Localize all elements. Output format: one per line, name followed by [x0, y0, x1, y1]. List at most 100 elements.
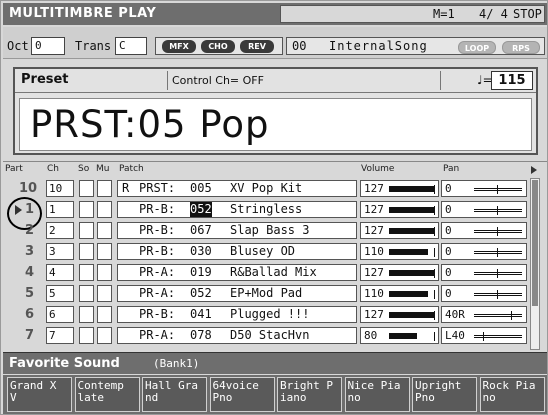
pan-field[interactable]: 0 — [441, 264, 527, 281]
solo-toggle[interactable] — [79, 180, 94, 197]
pan-field[interactable]: 0 — [441, 243, 527, 260]
patch-bank: PR-B: — [139, 244, 176, 258]
pan-field[interactable]: 0 — [441, 222, 527, 239]
pan-value: 0 — [445, 287, 452, 300]
mute-toggle[interactable] — [97, 180, 112, 197]
part-row[interactable]: 3 3 PR-B: 030 Blusey OD 110 0 — [3, 242, 529, 261]
patch-field[interactable]: PR-A: 052 EP+Mod Pad — [117, 285, 357, 302]
channel-field[interactable]: 10 — [46, 180, 74, 197]
pan-slider — [474, 185, 522, 194]
channel-field[interactable]: 4 — [46, 264, 74, 281]
mute-toggle[interactable] — [97, 201, 112, 218]
favorite-sound-button[interactable]: 64voice Pno — [209, 377, 275, 412]
favorite-sound-button[interactable]: Hall Gra nd — [142, 377, 207, 412]
channel-field[interactable]: 1 — [46, 201, 74, 218]
part-row[interactable]: 7 7 PR-A: 078 D50 StacHvn 80 L40 — [3, 326, 529, 345]
volume-field[interactable]: 127 — [360, 222, 439, 239]
volume-bar — [389, 333, 417, 339]
patch-name: EP+Mod Pad — [230, 286, 303, 300]
volume-field[interactable]: 80 — [360, 327, 439, 344]
mute-toggle[interactable] — [97, 285, 112, 302]
volume-value: 127 — [364, 182, 384, 195]
part-table: Part Ch So Mu Patch Volume Pan 10 10 R PRST… — [3, 161, 547, 351]
mute-toggle[interactable] — [97, 327, 112, 344]
channel-field[interactable]: 6 — [46, 306, 74, 323]
solo-toggle[interactable] — [79, 327, 94, 344]
mfx-switch[interactable]: MFX — [162, 40, 196, 53]
pan-field[interactable]: L40 — [441, 327, 527, 344]
volume-field[interactable]: 127 — [360, 264, 439, 281]
screen-title: MULTITIMBRE PLAY — [9, 6, 157, 21]
volume-field[interactable]: 110 — [360, 243, 439, 260]
channel-field[interactable]: 3 — [46, 243, 74, 260]
mute-toggle[interactable] — [97, 222, 112, 239]
channel-field[interactable]: 2 — [46, 222, 74, 239]
solo-toggle[interactable] — [79, 201, 94, 218]
transport-state: STOP — [513, 7, 542, 21]
volume-field[interactable]: 127 — [360, 201, 439, 218]
part-number: 7 — [25, 328, 35, 343]
volume-field[interactable]: 127 — [360, 180, 439, 197]
patch-field[interactable]: PR-A: 078 D50 StacHvn — [117, 327, 357, 344]
solo-toggle[interactable] — [79, 243, 94, 260]
pan-field[interactable]: 0 — [441, 201, 527, 218]
patch-number: 030 — [190, 244, 212, 258]
volume-field[interactable]: 110 — [360, 285, 439, 302]
pan-field[interactable]: 0 — [441, 180, 527, 197]
volume-field[interactable]: 127 — [360, 306, 439, 323]
volume-bar — [389, 186, 434, 192]
measure-readout: M=1 — [433, 7, 455, 21]
patch-field[interactable]: PR-B: 052 Stringless — [117, 201, 357, 218]
mute-toggle[interactable] — [97, 306, 112, 323]
patch-number: 067 — [190, 223, 212, 237]
scroll-right-icon[interactable] — [531, 166, 537, 174]
patch-field[interactable]: PR-B: 067 Slap Bass 3 — [117, 222, 357, 239]
part-row[interactable]: 2 2 PR-B: 067 Slap Bass 3 127 0 — [3, 221, 529, 240]
patch-field[interactable]: PR-B: 030 Blusey OD — [117, 243, 357, 260]
pan-field[interactable]: 40R — [441, 306, 527, 323]
volume-max-tick — [434, 227, 435, 236]
favorite-sound-button[interactable]: Upright Pno — [412, 377, 477, 412]
patch-number: 078 — [190, 328, 212, 342]
mute-toggle[interactable] — [97, 264, 112, 281]
patch-field[interactable]: PR-A: 019 R&Ballad Mix — [117, 264, 357, 281]
favorite-sound-button[interactable]: Contemp late — [74, 377, 140, 412]
song-selector[interactable]: 00 InternalSong LOOP RPS — [286, 37, 545, 55]
preset-name[interactable]: PRST:05 Pop — [19, 98, 532, 151]
scroll-thumb[interactable] — [532, 180, 538, 306]
solo-toggle[interactable] — [79, 264, 94, 281]
part-row[interactable]: 1 1 PR-B: 052 Stringless 127 0 — [3, 197, 529, 230]
pan-slider — [474, 311, 522, 320]
part-row[interactable]: 10 10 R PRST: 005 XV Pop Kit 127 0 — [3, 179, 529, 198]
tempo-field[interactable]: 115 — [491, 71, 533, 90]
patch-field[interactable]: PR-B: 041 Plugged !!! — [117, 306, 357, 323]
mute-toggle[interactable] — [97, 243, 112, 260]
part-row[interactable]: 5 5 PR-A: 052 EP+Mod Pad 110 0 — [3, 284, 529, 303]
pan-slider — [474, 206, 522, 215]
reverb-switch[interactable]: REV — [240, 40, 274, 53]
solo-toggle[interactable] — [79, 285, 94, 302]
channel-field[interactable]: 5 — [46, 285, 74, 302]
favorite-sound-button[interactable]: Grand XV — [7, 377, 72, 412]
volume-bar — [389, 312, 434, 318]
favorite-title: Favorite Sound — [9, 356, 120, 371]
oct-label: Oct — [7, 39, 29, 53]
solo-toggle[interactable] — [79, 306, 94, 323]
channel-field[interactable]: 7 — [46, 327, 74, 344]
pan-value: 0 — [445, 182, 452, 195]
oct-field[interactable]: 0 — [31, 37, 65, 55]
trans-field[interactable]: C — [115, 37, 147, 55]
patch-field[interactable]: R PRST: 005 XV Pop Kit — [117, 180, 357, 197]
pan-field[interactable]: 0 — [441, 285, 527, 302]
favorite-sound-button[interactable]: Nice Pia no — [344, 377, 410, 412]
part-scrollbar[interactable] — [530, 178, 540, 350]
favorite-sound-button[interactable]: Rock Pia no — [479, 377, 545, 412]
part-row[interactable]: 6 6 PR-B: 041 Plugged !!! 127 40R — [3, 305, 529, 324]
control-channel[interactable]: Control Ch= OFF — [167, 71, 441, 90]
solo-toggle[interactable] — [79, 222, 94, 239]
part-row[interactable]: 4 4 PR-A: 019 R&Ballad Mix 127 0 — [3, 263, 529, 282]
favorite-sound-button[interactable]: Bright Piano — [277, 377, 342, 412]
col-pan: Pan — [443, 164, 460, 174]
volume-max-tick — [434, 290, 435, 299]
chorus-switch[interactable]: CHO — [201, 40, 235, 53]
